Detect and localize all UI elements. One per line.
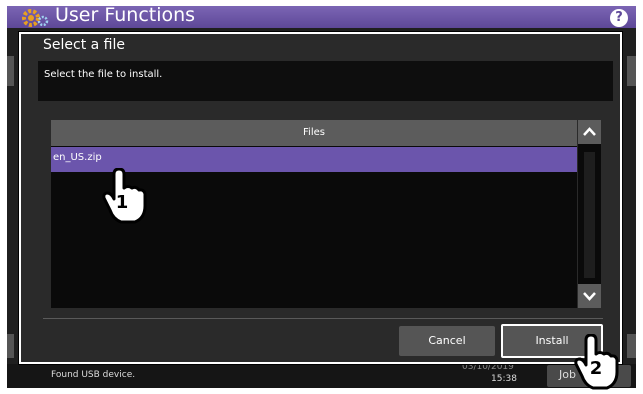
cancel-button[interactable]: Cancel — [399, 326, 495, 356]
header-bar: User Functions ? — [7, 6, 636, 28]
status-time: 15:38 — [491, 374, 517, 384]
scroll-up-button[interactable] — [578, 120, 601, 144]
file-list-header-label: Files — [303, 127, 325, 138]
button-divider — [43, 318, 603, 319]
background-panel-bottom-right — [627, 334, 636, 358]
header-title: User Functions — [55, 6, 196, 26]
status-bar: Found USB device. 03/10/2019 15:38 Job — [7, 362, 636, 388]
file-list-scrollbar[interactable] — [578, 120, 601, 308]
scroll-track — [584, 152, 595, 278]
pointing-hand-step-2-icon: 2 — [574, 334, 619, 390]
background-panel-left — [7, 56, 14, 86]
status-message: Found USB device. — [51, 370, 136, 380]
scroll-down-button[interactable] — [578, 284, 601, 308]
chevron-up-icon — [583, 127, 596, 136]
instruction-panel: Select the file to install. — [38, 61, 613, 101]
chevron-down-icon — [583, 292, 596, 301]
user-functions-gear-icon — [22, 9, 49, 27]
help-icon[interactable]: ? — [610, 9, 628, 27]
file-list-header: Files — [51, 120, 577, 146]
background-panel-bottom-left — [7, 334, 14, 358]
step-2-label: 2 — [590, 358, 603, 379]
dialog-title: Select a file — [43, 37, 125, 53]
pointing-hand-step-1-icon: 1 — [102, 168, 147, 224]
instruction-text: Select the file to install. — [44, 69, 163, 80]
file-name: en_US.zip — [53, 152, 102, 163]
step-1-label: 1 — [116, 192, 129, 213]
background-panel-right — [627, 56, 636, 86]
